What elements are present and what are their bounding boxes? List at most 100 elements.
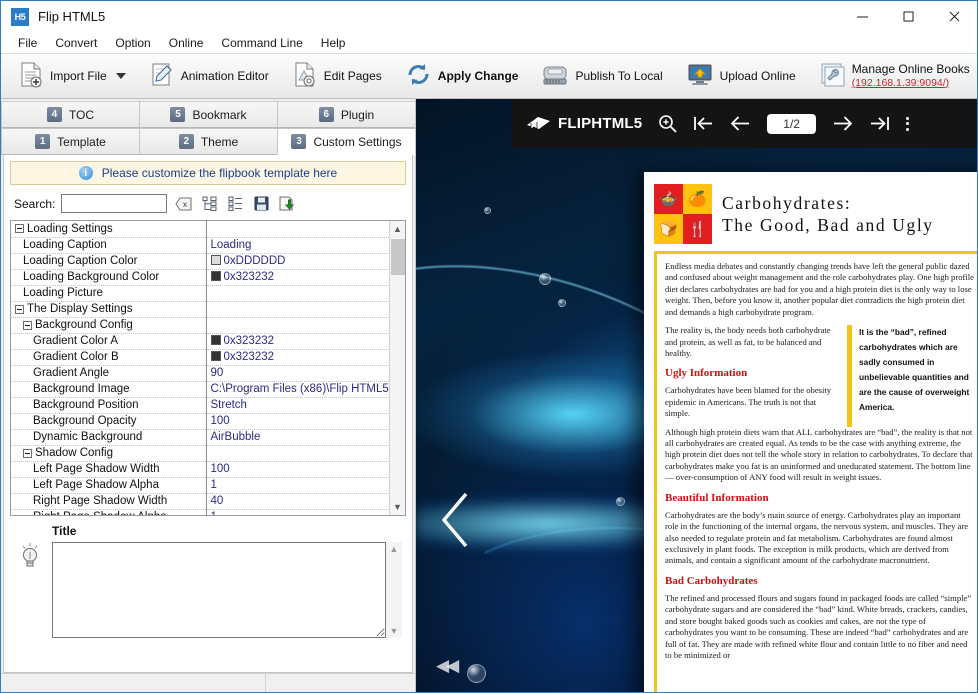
property-grid-scrollbar[interactable]: ▲ ▼	[389, 221, 405, 515]
publish-to-local-button[interactable]: Publish To Local	[532, 56, 672, 96]
property-value-cell[interactable]: 0x323232	[206, 333, 389, 350]
import-icon[interactable]	[277, 194, 297, 213]
tree-view-icon[interactable]	[199, 194, 219, 213]
title-scroll-up-icon[interactable]: ▲	[390, 544, 399, 554]
property-row[interactable]: Background Image C:\Program Files (x86)\F…	[11, 381, 389, 398]
property-row[interactable]: Gradient Color A 0x323232	[11, 333, 389, 350]
menu-item-help[interactable]: Help	[312, 34, 355, 52]
menu-item-option[interactable]: Option	[106, 34, 159, 52]
menu-item-convert[interactable]: Convert	[46, 34, 106, 52]
scroll-down-icon[interactable]: ▼	[390, 499, 405, 515]
color-swatch-icon[interactable]	[210, 351, 221, 361]
clear-icon[interactable]: x	[173, 194, 193, 213]
title-scrollbar[interactable]: ▲ ▼	[386, 542, 402, 638]
search-input[interactable]	[61, 194, 168, 213]
color-swatch-icon[interactable]	[210, 335, 221, 345]
flipbook-page[interactable]: 🍲 🍊 🍞 🍴 Carbohydrates: The Good, Bad and…	[644, 172, 977, 692]
edit-pages-button[interactable]: Edit Pages	[283, 56, 392, 96]
property-row[interactable]: Loading Settings	[11, 221, 389, 238]
property-value-cell[interactable]	[206, 301, 389, 318]
document-paragraph: Carbohydrates have been blamed for the o…	[665, 385, 832, 419]
animation-editor-button[interactable]: Animation Editor	[140, 56, 279, 96]
previous-page-icon[interactable]	[730, 115, 751, 132]
menu-item-command-line[interactable]: Command Line	[212, 34, 311, 52]
property-row[interactable]: Left Page Shadow Alpha 1	[11, 477, 389, 494]
tab-toc[interactable]: 4 TOC	[1, 101, 140, 128]
page-indicator[interactable]: 1/2	[767, 113, 816, 134]
color-swatch-icon[interactable]	[210, 255, 221, 265]
property-grid[interactable]: Loading Settings Loading Caption Loading Lo…	[10, 220, 406, 516]
property-value-label: 1	[211, 511, 217, 515]
property-row[interactable]: The Display Settings	[11, 301, 389, 318]
menu-item-file[interactable]: File	[9, 34, 46, 52]
collapse-icon[interactable]	[23, 448, 32, 458]
next-page-icon[interactable]	[832, 115, 853, 132]
manage-online-books-button[interactable]: Manage Online Books (192.168.1.39:9094/)	[810, 56, 977, 96]
property-name-label: Background Opacity	[33, 415, 137, 427]
property-row[interactable]: Shadow Config	[11, 445, 389, 462]
tab-template[interactable]: 1 Template	[1, 128, 140, 155]
upload-online-button[interactable]: Upload Online	[677, 56, 806, 96]
tab-custom-settings[interactable]: 3 Custom Settings	[277, 128, 416, 155]
property-row[interactable]: Dynamic Background AirBubble	[11, 429, 389, 446]
more-options-icon[interactable]	[905, 116, 909, 131]
property-row[interactable]: Loading Caption Loading	[11, 237, 389, 254]
minimize-icon[interactable]	[839, 1, 885, 32]
property-value-cell[interactable]	[206, 285, 389, 302]
property-value-cell[interactable]: 100	[206, 461, 389, 478]
save-icon[interactable]	[251, 194, 271, 213]
previous-page-arrow[interactable]	[438, 491, 474, 552]
rewind-icon[interactable]: ◀◀	[436, 656, 459, 676]
property-value-cell[interactable]: 0x323232	[206, 349, 389, 366]
property-value-cell[interactable]: Stretch	[206, 397, 389, 414]
property-row[interactable]: Loading Picture	[11, 285, 389, 302]
property-row[interactable]: Loading Background Color 0x323232	[11, 269, 389, 286]
property-row[interactable]: Right Page Shadow Alpha 1	[11, 509, 389, 515]
property-value-cell[interactable]	[206, 445, 389, 462]
list-view-icon[interactable]	[225, 194, 245, 213]
tab-bookmark[interactable]: 5 Bookmark	[139, 101, 278, 128]
color-swatch-icon[interactable]	[210, 271, 221, 281]
property-row[interactable]: Gradient Angle 90	[11, 365, 389, 382]
property-value-cell[interactable]: 100	[206, 413, 389, 430]
title-input-wrap: ▲ ▼	[52, 542, 402, 638]
property-row[interactable]: Background Opacity 100	[11, 413, 389, 430]
chevron-down-icon[interactable]	[115, 73, 126, 79]
property-row[interactable]: Right Page Shadow Width 40	[11, 493, 389, 510]
zoom-in-icon[interactable]	[658, 114, 677, 133]
property-value-cell[interactable]: 0xDDDDDD	[206, 253, 389, 270]
property-name-cell: Gradient Color A	[11, 333, 207, 350]
scrollbar-thumb[interactable]	[391, 239, 405, 275]
maximize-icon[interactable]	[885, 1, 931, 32]
property-value-cell[interactable]	[206, 221, 389, 238]
close-icon[interactable]	[931, 1, 977, 32]
manage-online-books-url[interactable]: (192.168.1.39:9094/)	[852, 77, 970, 89]
property-row[interactable]: Gradient Color B 0x323232	[11, 349, 389, 366]
property-value-cell[interactable]: 1	[206, 477, 389, 494]
title-textarea[interactable]	[52, 542, 386, 638]
property-value-cell[interactable]: 1	[206, 509, 389, 515]
collapse-icon[interactable]	[23, 320, 32, 330]
property-row[interactable]: Left Page Shadow Width 100	[11, 461, 389, 478]
property-value-cell[interactable]	[206, 317, 389, 334]
property-row[interactable]: Background Position Stretch	[11, 397, 389, 414]
apply-change-button[interactable]: Apply Change	[396, 56, 529, 96]
collapse-icon[interactable]	[15, 224, 24, 234]
property-value-cell[interactable]: Loading	[206, 237, 389, 254]
property-row[interactable]: Background Config	[11, 317, 389, 334]
menu-item-online[interactable]: Online	[160, 34, 213, 52]
property-value-cell[interactable]: 0x323232	[206, 269, 389, 286]
collapse-icon[interactable]	[15, 304, 24, 314]
property-value-cell[interactable]: AirBubble	[206, 429, 389, 446]
import-file-button[interactable]: Import File	[9, 56, 136, 96]
title-scroll-down-icon[interactable]: ▼	[390, 626, 399, 636]
property-value-cell[interactable]: 40	[206, 493, 389, 510]
scroll-up-icon[interactable]: ▲	[390, 221, 405, 237]
first-page-icon[interactable]	[693, 115, 714, 132]
last-page-icon[interactable]	[869, 115, 890, 132]
property-value-cell[interactable]: 90	[206, 365, 389, 382]
property-value-cell[interactable]: C:\Program Files (x86)\Flip HTML5\St...	[206, 381, 389, 398]
tab-theme[interactable]: 2 Theme	[139, 128, 278, 155]
tab-plugin[interactable]: 6 Plugin	[277, 101, 416, 128]
property-row[interactable]: Loading Caption Color 0xDDDDDD	[11, 253, 389, 270]
